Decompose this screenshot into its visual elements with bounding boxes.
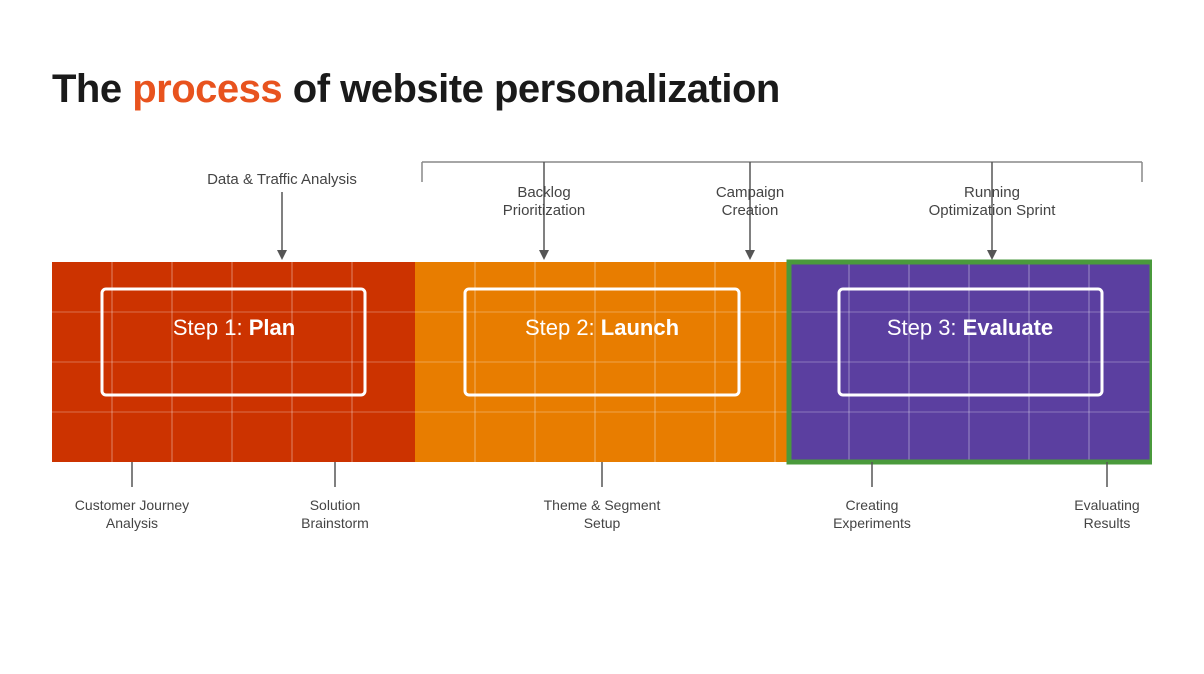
arrowhead-campaign	[745, 250, 755, 260]
label-tss-2: Setup	[584, 515, 621, 531]
title-suffix: of website personalization	[282, 67, 780, 111]
label-sb-2: Brainstorm	[301, 515, 369, 531]
diagram: Data & Traffic Analysis Backlog Prioriti…	[52, 142, 1152, 607]
label-ce-1: Creating	[846, 497, 899, 513]
label-sb-1: Solution	[310, 497, 361, 513]
label-cja-1: Customer Journey	[75, 497, 189, 513]
step2-label: Step 2: Launch	[525, 315, 679, 340]
arrowhead-running	[987, 250, 997, 260]
title-prefix: The	[52, 67, 132, 111]
label-backlog-2: Prioritization	[503, 202, 586, 219]
label-running-2: Optimization Sprint	[929, 202, 1057, 219]
label-er-1: Evaluating	[1074, 497, 1139, 513]
arrowhead-data-traffic	[277, 250, 287, 260]
label-backlog-1: Backlog	[517, 184, 570, 201]
process-diagram: Data & Traffic Analysis Backlog Prioriti…	[52, 142, 1152, 602]
step3-label: Step 3: Evaluate	[887, 315, 1053, 340]
step1-label: Step 1: Plan	[173, 315, 295, 340]
arrowhead-backlog	[539, 250, 549, 260]
label-running-1: Running	[964, 184, 1020, 201]
title-highlight: process	[132, 67, 282, 111]
label-campaign-2: Creation	[722, 202, 779, 219]
main-container: The process of website personalization D…	[32, 37, 1172, 637]
page-title: The process of website personalization	[52, 67, 1152, 112]
label-tss-1: Theme & Segment	[544, 497, 661, 513]
label-campaign-1: Campaign	[716, 184, 784, 201]
label-er-2: Results	[1084, 515, 1131, 531]
label-cja-2: Analysis	[106, 515, 158, 531]
label-ce-2: Experiments	[833, 515, 911, 531]
label-data-traffic: Data & Traffic Analysis	[207, 171, 357, 188]
